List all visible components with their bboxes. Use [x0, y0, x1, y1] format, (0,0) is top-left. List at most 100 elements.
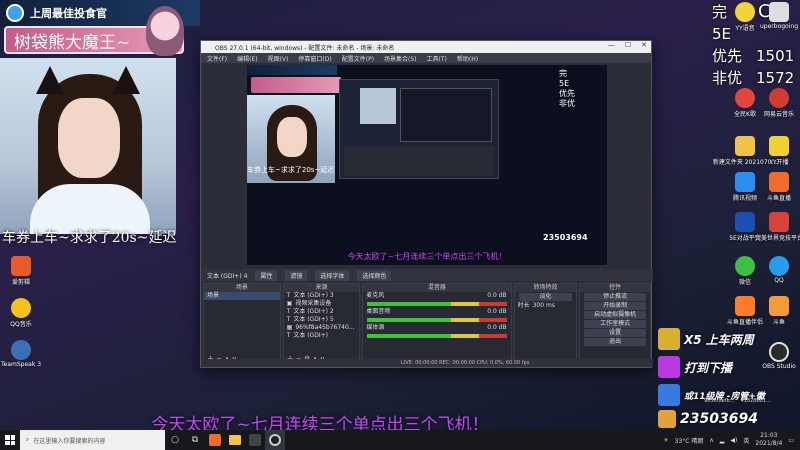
exit-button[interactable]: 退出	[584, 338, 646, 346]
gift-icon	[658, 356, 680, 378]
desktop-icon-douyu-2[interactable]: 斗鱼	[762, 296, 796, 326]
settings-button[interactable]: 设置	[584, 329, 646, 337]
icon-label: YY开播	[769, 159, 789, 166]
taskbar-app-obs-icon[interactable]	[265, 430, 285, 450]
menu-profile[interactable]: 配置文件(P)	[342, 54, 374, 63]
volume-meter[interactable]	[367, 334, 507, 338]
select-color-button[interactable]: 选择颜色	[357, 269, 392, 281]
weather-text[interactable]: 33°C 晴朗	[675, 436, 704, 445]
source-item[interactable]: ▣ 视频采集设备	[284, 300, 360, 308]
taskbar-app-explorer-icon[interactable]	[225, 430, 245, 450]
tray-chevron-icon[interactable]: ∧	[709, 437, 713, 444]
menu-scene-collection[interactable]: 场景集合(S)	[384, 54, 417, 63]
filters-button[interactable]: 滤镜	[285, 269, 308, 281]
minimize-button[interactable]: —	[608, 41, 615, 49]
source-item[interactable]: T 文本 (GDI+) 3	[284, 292, 360, 300]
weather-icon: ☀	[663, 436, 669, 444]
award-sub-labels: 9656f8efb... 41828b01...	[704, 398, 771, 404]
icon-label: QQ	[774, 277, 784, 284]
menu-tools[interactable]: 工具(T)	[427, 54, 447, 63]
award-sub-2: 41828b01...	[740, 398, 771, 404]
desktop-icon-yy-live[interactable]: YY开播	[762, 136, 796, 166]
cortana-icon[interactable]: ○	[165, 430, 185, 450]
source-item-label: 文本 (GDI+) 3	[293, 292, 334, 299]
source-item[interactable]: ▦ 96%f8a45b76740...	[284, 324, 360, 332]
taskbar-app-game-icon[interactable]	[245, 430, 265, 450]
menu-docks[interactable]: 停靠窗口(D)	[298, 54, 331, 63]
network-icon[interactable]: ▂	[720, 437, 725, 444]
menu-view[interactable]: 视图(V)	[268, 54, 289, 63]
icon-label: YY语音	[735, 25, 755, 32]
input-language[interactable]: 英	[743, 436, 749, 445]
transitions-dock-title: 转场特效	[514, 284, 577, 292]
preview-cam-caption: 车券上车~求求了20s~延迟	[247, 166, 335, 174]
notifications-icon[interactable]: ▭	[788, 437, 794, 444]
studio-mode-button[interactable]: 工作室模式	[584, 320, 646, 328]
icon-label: 腾讯视频	[732, 195, 757, 202]
taskbar-app-douyu-icon[interactable]	[205, 430, 225, 450]
taskbar-search[interactable]: ⌕ 在这里输入你要搜索的内容	[20, 430, 165, 450]
desktop-icon-left-1[interactable]: 爱剪辑	[4, 256, 38, 286]
desktop-icon-perfect-world[interactable]: 完美世界竞技平台	[755, 212, 800, 242]
source-item[interactable]: T 文本 (GDI+) 5	[284, 316, 360, 324]
text-source-icon: T	[286, 292, 291, 299]
preview-nested-obs	[339, 79, 499, 179]
channel-name: 桌面音频	[366, 308, 391, 315]
webcam-face	[58, 98, 120, 178]
desktop-icon-left-3[interactable]: TeamSpeak 3	[1, 340, 41, 368]
desktop-icon-left-2[interactable]: QQ音乐	[4, 298, 38, 328]
source-item[interactable]: T 文本 (GDI+)	[284, 332, 360, 340]
source-item[interactable]: T 文本 (GDI+) 2	[284, 308, 360, 316]
video-edit-icon	[11, 256, 31, 276]
clock-time: 21:03	[760, 432, 778, 439]
menu-help[interactable]: 帮助(H)	[457, 54, 478, 63]
douyu-icon	[769, 172, 789, 192]
volume-meter[interactable]	[367, 302, 507, 306]
properties-button[interactable]: 属性	[255, 269, 278, 281]
desktop-icon-qq[interactable]: QQ	[762, 256, 796, 284]
controls-dock: 控件 停止推流 开始录制 启动虚拟摄像机 工作室模式 设置 退出	[579, 283, 651, 367]
desktop-icon-yy[interactable]: YY语音	[728, 2, 762, 32]
volume-meter[interactable]	[367, 318, 507, 322]
desktop-icon-douyu-companion[interactable]: 斗鱼直播伴侣	[727, 296, 763, 326]
menu-edit[interactable]: 编辑(E)	[237, 54, 257, 63]
car-ticket-icon	[658, 328, 680, 350]
obs-docks: 场景 场景 ＋ − ∧ ∨ 来源 T文本 (GDI+) 3 ▣视频采集设备 T文…	[201, 281, 653, 369]
task-view-icon[interactable]: ⧉	[185, 430, 205, 450]
select-font-button[interactable]: 选择字体	[315, 269, 350, 281]
obs-titlebar[interactable]: OBS 27.0.1 (64-bit, windows) - 配置文件: 未命名…	[201, 41, 651, 53]
desktop-icon-netease[interactable]: 网易云音乐	[762, 88, 796, 118]
close-button[interactable]: ✕	[641, 41, 647, 49]
obs-statusbar: LIVE: 00:00:00 REC: 00:00:00 CPU: 0.0%, …	[201, 359, 653, 367]
source-toolbar: 文本 (GDI+) 4 属性 滤镜 选择字体 选择颜色	[201, 269, 653, 281]
duration-label: 时长	[517, 302, 530, 309]
desktop-icon-douyu[interactable]: 斗鱼直播	[762, 172, 796, 202]
volume-icon[interactable]: ◀)	[730, 437, 737, 444]
desktop-icon-wechat[interactable]: 微信	[728, 256, 762, 286]
scene-item-label: 场景	[207, 292, 220, 299]
obs-window[interactable]: OBS 27.0.1 (64-bit, windows) - 配置文件: 未命名…	[200, 40, 653, 369]
desktop-icon-obs[interactable]: OBS Studio	[762, 342, 796, 370]
maximize-button[interactable]: ☐	[625, 41, 631, 49]
yy-icon	[735, 2, 755, 22]
desktop-icon-tencent-video[interactable]: 腾讯视频	[728, 172, 762, 202]
transition-select[interactable]: 淡化	[518, 293, 573, 301]
scenes-dock: 场景 场景 ＋ − ∧ ∨	[203, 283, 281, 367]
start-recording-button[interactable]: 开始录制	[584, 302, 646, 310]
taskbar-clock[interactable]: 21:03 2021/8/4	[755, 432, 782, 448]
virtual-camera-button[interactable]: 启动虚拟摄像机	[584, 311, 646, 319]
sources-dock: 来源 T 文本 (GDI+) 3 ▣ 视频采集设备 T 文本 (GDI+) 2 T 文本…	[282, 283, 361, 367]
obs-preview[interactable]: 完 5E 优先 非优 23503694 今天太欧了~七月连续三个单点出三个飞机！…	[247, 65, 607, 265]
start-button[interactable]	[0, 430, 20, 450]
menu-file[interactable]: 文件(F)	[207, 54, 227, 63]
desktop-icon-karaoke[interactable]: 全民K歌	[728, 88, 762, 118]
scene-item[interactable]: 场景	[204, 292, 280, 300]
desktop-icon-folder[interactable]: 新建文件夹 2021070...	[713, 136, 777, 166]
clock-date: 2021/8/4	[755, 440, 783, 447]
duration-input[interactable]: 300 ms	[533, 302, 555, 310]
tiger-icon	[658, 410, 676, 428]
transition-duration-row: 时长 300 ms	[515, 302, 577, 310]
app-icon	[769, 2, 789, 22]
desktop-icon-uperbo[interactable]: uperbogoing	[760, 2, 798, 30]
stop-streaming-button[interactable]: 停止推流	[584, 293, 646, 301]
